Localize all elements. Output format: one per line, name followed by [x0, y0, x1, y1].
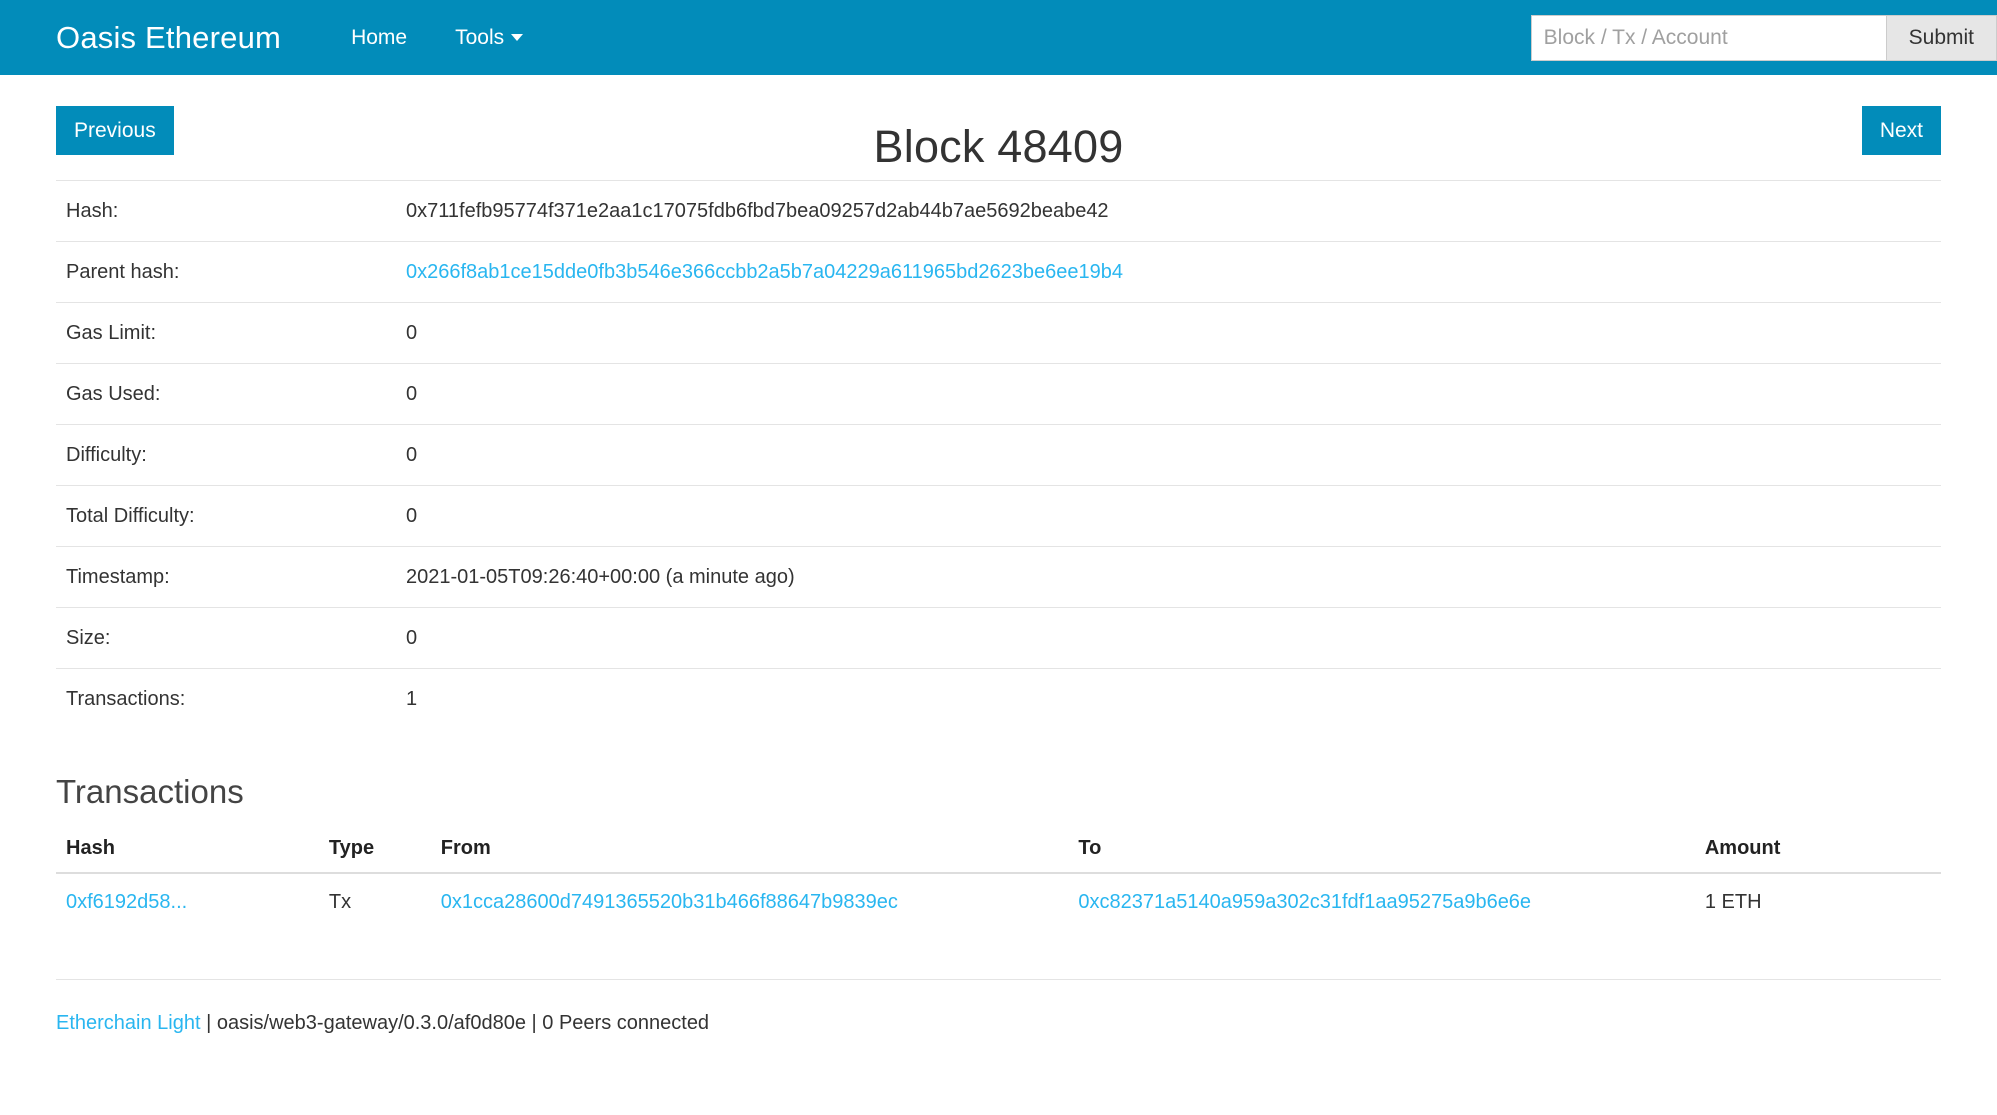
nav-links: Home Tools	[327, 27, 547, 48]
table-row: Hash: 0x711fefb95774f371e2aa1c17075fdb6f…	[56, 180, 1941, 242]
tx-cell-to: 0xc82371a5140a959a302c31fdf1aa95275a9b6e…	[1068, 873, 1694, 931]
tx-cell-amount: 1 ETH	[1704, 891, 1762, 913]
column-header-to: To	[1068, 837, 1695, 874]
search-input[interactable]	[1530, 14, 1886, 61]
detail-value-size: 0	[406, 627, 418, 649]
next-block-button[interactable]: Next	[1861, 106, 1941, 155]
table-row: Size: 0	[56, 607, 1941, 669]
page-title: Block 48409	[873, 121, 1124, 172]
table-row: Total Difficulty: 0	[56, 485, 1941, 547]
tx-to-link[interactable]: 0xc82371a5140a959a302c31fdf1aa95275a9b6e…	[1078, 891, 1531, 913]
table-row: 0xf6192d58... Tx 0x1cca28600d7491365520b…	[56, 873, 1941, 931]
tx-cell-from: 0x1cca28600d7491365520b31b466f88647b9839…	[431, 873, 1069, 931]
transactions-section-title: Transactions	[56, 773, 244, 810]
nav-link-home[interactable]: Home	[327, 27, 431, 48]
footer-separator-1: |	[200, 1012, 217, 1034]
detail-label-parent-hash: Parent hash:	[66, 261, 180, 283]
tx-from-link[interactable]: 0x1cca28600d7491365520b31b466f88647b9839…	[441, 891, 898, 913]
transactions-table: Hash Type From To Amount 0xf6192d58... T…	[56, 837, 1941, 931]
table-row: Transactions: 1	[56, 668, 1941, 730]
table-row: Difficulty: 0	[56, 424, 1941, 486]
nav-link-home-label: Home	[351, 26, 408, 49]
table-header-row: Hash Type From To Amount	[56, 837, 1941, 874]
detail-value-gas-used: 0	[406, 383, 418, 405]
detail-value-difficulty: 0	[406, 444, 418, 466]
detail-label-size: Size:	[66, 627, 111, 649]
table-row: Gas Limit: 0	[56, 302, 1941, 364]
brand-logo[interactable]: Oasis Ethereum	[56, 22, 281, 53]
tx-cell-hash: 0xf6192d58...	[56, 873, 319, 931]
footer-peers-status: 0 Peers connected	[542, 1012, 710, 1034]
transactions-table-head: Hash Type From To Amount	[56, 837, 1941, 874]
block-details-body: Hash: 0x711fefb95774f371e2aa1c17075fdb6f…	[56, 180, 1941, 730]
column-header-hash: Hash	[56, 837, 319, 874]
submit-button[interactable]: Submit	[1885, 14, 1997, 61]
tx-cell-type: Tx	[328, 891, 352, 913]
detail-label-hash: Hash:	[66, 200, 119, 222]
column-header-from: From	[430, 837, 1069, 874]
previous-block-button[interactable]: Previous	[56, 106, 174, 155]
etherchain-light-link[interactable]: Etherchain Light	[56, 1012, 201, 1034]
page-header: Previous Block 48409 Next	[56, 75, 1941, 172]
search-form: Submit	[1530, 14, 1997, 61]
detail-label-timestamp: Timestamp:	[66, 566, 170, 588]
detail-label-transactions: Transactions:	[66, 688, 186, 710]
table-row: Parent hash: 0x266f8ab1ce15dde0fb3b546e3…	[56, 241, 1941, 303]
block-details-table: Hash: 0x711fefb95774f371e2aa1c17075fdb6f…	[56, 180, 1941, 729]
detail-value-total-difficulty: 0	[406, 505, 418, 527]
transactions-table-body: 0xf6192d58... Tx 0x1cca28600d7491365520b…	[56, 873, 1941, 931]
parent-hash-link[interactable]: 0x266f8ab1ce15dde0fb3b546e366ccbb2a5b7a0…	[406, 261, 1123, 283]
footer-gateway-version: oasis/web3-gateway/0.3.0/af0d80e	[216, 1012, 526, 1034]
page-footer: Etherchain Light | oasis/web3-gateway/0.…	[56, 979, 1941, 1035]
detail-label-gas-used: Gas Used:	[66, 383, 161, 405]
tx-hash-link[interactable]: 0xf6192d58...	[66, 891, 187, 913]
detail-value-gas-limit: 0	[406, 322, 418, 344]
table-row: Gas Used: 0	[56, 363, 1941, 425]
caret-down-icon	[511, 34, 524, 41]
column-header-type: Type	[318, 837, 431, 874]
detail-label-total-difficulty: Total Difficulty:	[66, 505, 195, 527]
detail-value-parent-hash: 0x266f8ab1ce15dde0fb3b546e366ccbb2a5b7a0…	[396, 242, 1941, 303]
footer-separator-2: |	[525, 1012, 543, 1034]
detail-value-timestamp: 2021-01-05T09:26:40+00:00 (a minute ago)	[406, 566, 795, 588]
detail-label-gas-limit: Gas Limit:	[66, 322, 157, 344]
nav-link-tools[interactable]: Tools	[431, 27, 547, 48]
detail-value-hash: 0x711fefb95774f371e2aa1c17075fdb6fbd7bea…	[406, 200, 1109, 222]
detail-value-transactions: 1	[406, 688, 418, 710]
page-container: Previous Block 48409 Next Hash: 0x711fef…	[0, 75, 1997, 1035]
detail-label-difficulty: Difficulty:	[66, 444, 147, 466]
table-row: Timestamp: 2021-01-05T09:26:40+00:00 (a …	[56, 546, 1941, 608]
nav-link-tools-label: Tools	[455, 26, 505, 49]
top-navbar: Oasis Ethereum Home Tools Submit	[0, 0, 1997, 75]
column-header-amount: Amount	[1694, 837, 1941, 874]
